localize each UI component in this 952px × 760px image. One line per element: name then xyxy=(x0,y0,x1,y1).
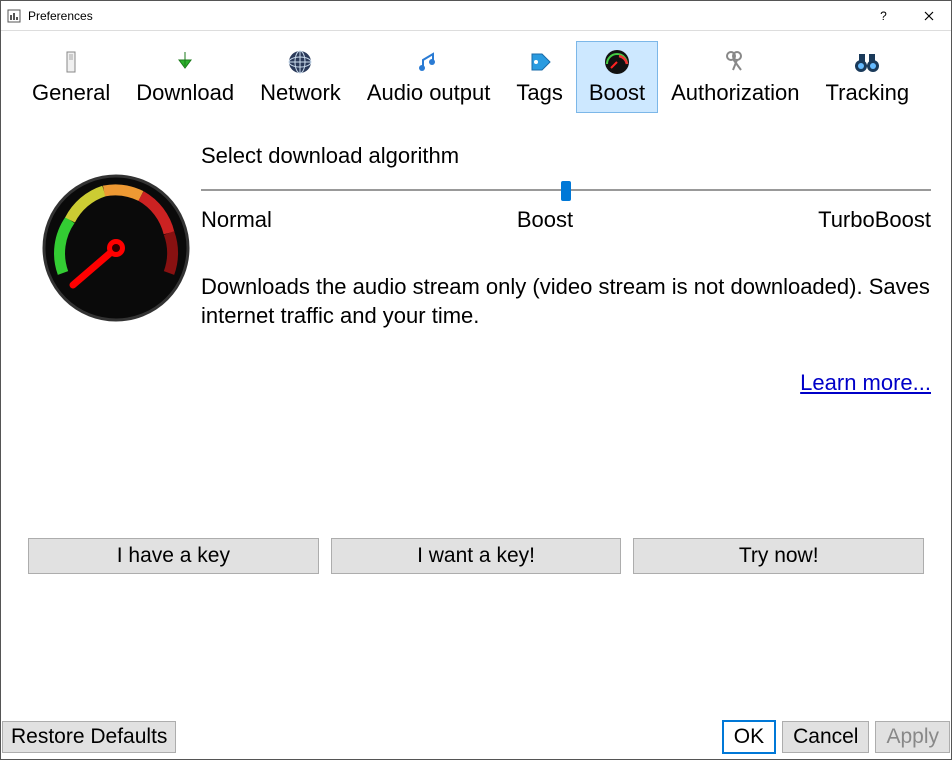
license-button-row: I have a key I want a key! Try now! xyxy=(28,538,924,574)
tab-label: Boost xyxy=(589,80,645,106)
app-icon xyxy=(6,8,22,24)
titlebar: Preferences ? xyxy=(1,1,951,31)
help-button[interactable]: ? xyxy=(861,2,906,30)
tab-boost[interactable]: Boost xyxy=(576,41,658,113)
tab-label: General xyxy=(32,80,110,106)
slider-thumb[interactable] xyxy=(561,181,571,201)
tab-bar: General Download Network Audio output Ta… xyxy=(1,31,951,113)
try-now-button[interactable]: Try now! xyxy=(633,538,924,574)
footer-bar: Restore Defaults OK Cancel Apply xyxy=(2,720,950,754)
algorithm-slider[interactable] xyxy=(201,189,931,191)
boost-icon xyxy=(601,46,633,78)
window-title: Preferences xyxy=(28,9,861,23)
section-heading: Select download algorithm xyxy=(201,143,931,169)
want-key-button[interactable]: I want a key! xyxy=(331,538,622,574)
tab-label: Authorization xyxy=(671,80,799,106)
audio-icon xyxy=(413,46,445,78)
tab-tracking[interactable]: Tracking xyxy=(813,41,923,113)
cancel-button[interactable]: Cancel xyxy=(782,721,869,753)
network-icon xyxy=(284,46,316,78)
tab-general[interactable]: General xyxy=(19,41,123,113)
close-button[interactable] xyxy=(906,2,951,30)
binoculars-icon xyxy=(851,46,883,78)
algorithm-description: Downloads the audio stream only (video s… xyxy=(201,273,931,330)
tab-label: Tags xyxy=(516,80,562,106)
slider-labels: Normal Boost TurboBoost xyxy=(201,207,931,233)
content-area: Select download algorithm Normal Boost T… xyxy=(1,113,951,396)
apply-button[interactable]: Apply xyxy=(875,721,950,753)
have-key-button[interactable]: I have a key xyxy=(28,538,319,574)
tag-icon xyxy=(524,46,556,78)
gauge-illustration xyxy=(41,173,191,323)
learn-more-link[interactable]: Learn more... xyxy=(800,370,931,395)
slider-label-turbo: TurboBoost xyxy=(818,207,931,233)
slider-label-normal: Normal xyxy=(201,207,272,233)
general-icon xyxy=(55,46,87,78)
tab-download[interactable]: Download xyxy=(123,41,247,113)
tab-authorization[interactable]: Authorization xyxy=(658,41,812,113)
slider-label-boost: Boost xyxy=(517,207,573,233)
tab-audio-output[interactable]: Audio output xyxy=(354,41,504,113)
restore-defaults-button[interactable]: Restore Defaults xyxy=(2,721,176,753)
ok-button[interactable]: OK xyxy=(722,720,776,754)
tab-label: Download xyxy=(136,80,234,106)
tab-label: Network xyxy=(260,80,341,106)
keys-icon xyxy=(719,46,751,78)
tab-tags[interactable]: Tags xyxy=(503,41,575,113)
tab-label: Tracking xyxy=(826,80,910,106)
tab-label: Audio output xyxy=(367,80,491,106)
download-icon xyxy=(169,46,201,78)
tab-network[interactable]: Network xyxy=(247,41,354,113)
